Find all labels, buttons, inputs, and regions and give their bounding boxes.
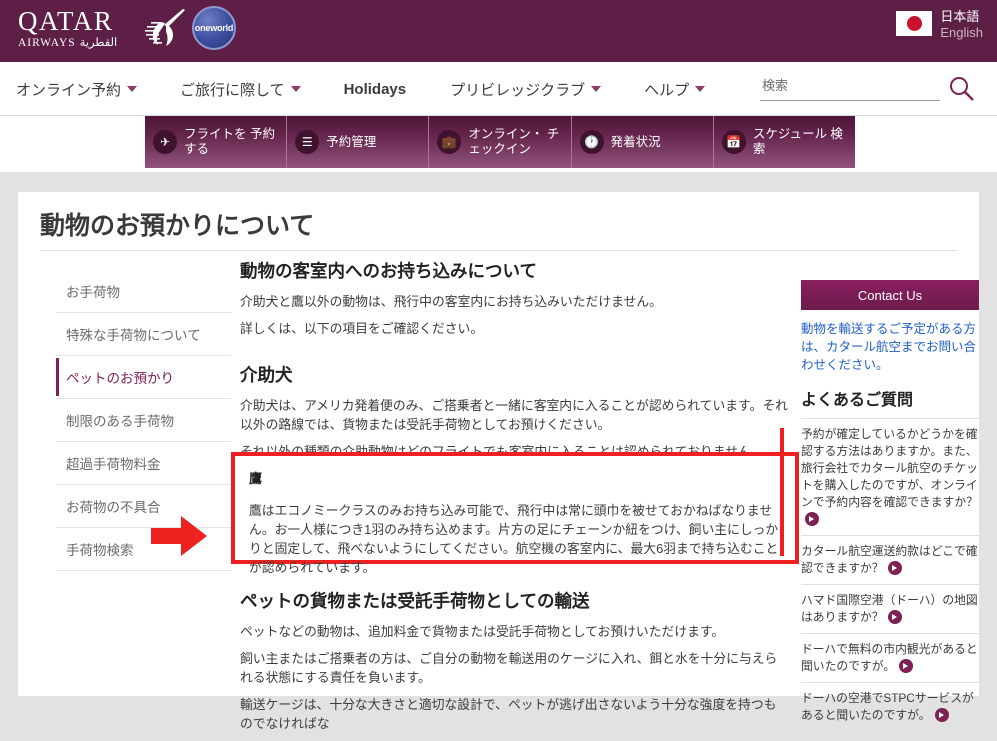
chevron-down-icon bbox=[127, 86, 138, 92]
contact-us-label: Contact Us bbox=[857, 287, 923, 303]
airplane-icon: ✈ bbox=[153, 130, 177, 154]
sidebar-item-label: お荷物の不具合 bbox=[66, 500, 161, 515]
sidebar-item-excess-baggage-fee[interactable]: 超過手荷物料金 bbox=[56, 442, 231, 485]
language-option-japanese[interactable]: 日本語 bbox=[940, 9, 983, 25]
oryx-icon bbox=[145, 9, 185, 46]
contact-note-link[interactable]: 動物を輸送するご予定がある方は、カタール航空までお問い合わせください。 bbox=[801, 320, 979, 374]
booking-tab-label: 発着状況 bbox=[610, 134, 661, 149]
nav-item-travel-info[interactable]: ご旅行に際して bbox=[180, 79, 322, 100]
faq-item[interactable]: カタール航空運送約款はどこで確認できますか？ bbox=[801, 536, 979, 585]
faq-item[interactable]: ドーハの空港でSTPCサービスがあると聞いたのですが。 bbox=[801, 683, 979, 731]
right-rail: Contact Us 動物を輸送するご予定がある方は、カタール航空までお問い合わ… bbox=[801, 280, 979, 731]
page-content-card: 動物のお預かりについて お手荷物 特殊な手荷物について ペットのお預かり 制限の… bbox=[18, 192, 979, 731]
search-input[interactable] bbox=[760, 74, 940, 101]
site-header: QATAR AIRWAYS القطرية oneworld 日本語 Engli… bbox=[0, 0, 997, 62]
nav-label: プリビレッジクラブ bbox=[450, 81, 586, 99]
booking-bar-zone: ✈ フライトを 予約する ☰ 予約管理 💼 オンライン・ チェックイン 🕐 発着… bbox=[0, 116, 997, 172]
booking-bar: ✈ フライトを 予約する ☰ 予約管理 💼 オンライン・ チェックイン 🕐 発着… bbox=[145, 116, 855, 168]
sidebar-item-restricted-baggage[interactable]: 制限のある手荷物 bbox=[56, 399, 231, 442]
arrow-right-icon[interactable] bbox=[887, 610, 902, 624]
arrow-right-icon[interactable] bbox=[899, 659, 914, 673]
sidebar-item-label: ペットのお預かり bbox=[66, 371, 174, 386]
sidebar-item-label: お手荷物 bbox=[66, 285, 120, 300]
highlighted-falcon-section: 鷹 鷹はエコノミークラスのみお持ち込み可能で、飛行中は常に頭巾を被せておかねばな… bbox=[231, 452, 799, 575]
booking-tab-schedule-search[interactable]: 📅 スケジュール 検索 bbox=[714, 116, 855, 168]
language-selector[interactable]: 日本語 English bbox=[896, 9, 983, 41]
faq-item[interactable]: ドーハで無料の市内観光があると聞いたのですが。 bbox=[801, 634, 979, 683]
section-paragraph: 詳しくは、以下の項目をご確認ください。 bbox=[240, 321, 484, 336]
list-icon: ☰ bbox=[295, 130, 320, 154]
faq-heading: よくあるご質問 bbox=[801, 392, 914, 409]
faq-item[interactable]: ハマド国際空港（ドーハ）の地図はありますか？ bbox=[801, 585, 979, 634]
booking-tab-manage-booking[interactable]: ☰ 予約管理 bbox=[287, 116, 430, 168]
section-paragraph: 飼い主またはご搭乗者の方は、ご自分の動物を輸送用のケージに入れ、餌と水を十分に与… bbox=[240, 651, 778, 685]
booking-tab-label: 予約管理 bbox=[326, 134, 377, 149]
highlight-paragraph: 鷹はエコノミークラスのみお持ち込み可能で、飛行中は常に頭巾を被せておかねばなりま… bbox=[249, 503, 779, 575]
sidebar-item-label: 手荷物検索 bbox=[66, 543, 134, 558]
sidebar-item-baggage[interactable]: お手荷物 bbox=[56, 270, 231, 313]
arrow-right-icon[interactable] bbox=[887, 561, 902, 575]
sidebar-item-pets[interactable]: ペットのお預かり bbox=[56, 356, 231, 399]
arrow-right-icon[interactable] bbox=[805, 512, 819, 526]
nav-item-privilege-club[interactable]: プリビレッジクラブ bbox=[450, 79, 622, 100]
nav-label: オンライン予約 bbox=[16, 81, 122, 99]
booking-tab-label: フライトを 予約する bbox=[184, 127, 275, 156]
sidebar-item-special-baggage[interactable]: 特殊な手荷物について bbox=[56, 313, 231, 356]
booking-tab-online-checkin[interactable]: 💼 オンライン・ チェックイン bbox=[429, 116, 572, 168]
chevron-down-icon bbox=[695, 86, 706, 92]
suitcase-icon: 💼 bbox=[437, 130, 462, 154]
sidebar-item-label: 制限のある手荷物 bbox=[66, 414, 174, 429]
booking-tab-book-flight[interactable]: ✈ フライトを 予約する bbox=[145, 116, 288, 168]
section-paragraph: ペットなどの動物は、追加料金で貨物または受託手荷物としてお預けいただけます。 bbox=[240, 624, 725, 639]
nav-item-online-booking[interactable]: オンライン予約 bbox=[16, 79, 158, 100]
annotation-red-edge bbox=[780, 428, 784, 556]
sidebar-item-label: 特殊な手荷物について bbox=[66, 328, 201, 343]
section-paragraph: 輸送ケージは、十分な大きさと適切な設計で、ペットが逃げ出さないよう十分な強度を持… bbox=[240, 697, 777, 731]
transport-section: ペットの貨物または受託手荷物としての輸送 ペットなどの動物は、追加料金で貨物また… bbox=[240, 590, 788, 741]
contact-us-button[interactable]: Contact Us bbox=[801, 280, 979, 310]
section-paragraph: 介助犬は、アメリカ発着便のみ、ご搭乗者と一緒に客室内に入ることが認められています… bbox=[240, 398, 788, 432]
booking-tab-flight-status[interactable]: 🕐 発着状況 bbox=[572, 116, 714, 168]
section-heading-service-dogs: 介助犬 bbox=[240, 365, 293, 385]
sidebar-item-label: 超過手荷物料金 bbox=[66, 457, 161, 472]
title-divider bbox=[40, 250, 958, 251]
search-container bbox=[760, 74, 975, 104]
chevron-down-icon bbox=[591, 86, 602, 92]
faq-item-text: ドーハで無料の市内観光があると聞いたのですが。 bbox=[801, 642, 978, 673]
clock-icon: 🕐 bbox=[579, 130, 604, 154]
calendar-icon: 📅 bbox=[721, 130, 746, 154]
section-heading-cargo-transport: ペットの貨物または受託手荷物としての輸送 bbox=[240, 591, 590, 611]
brand-arabic: القطرية bbox=[79, 37, 118, 49]
oneworld-logo[interactable]: oneworld bbox=[192, 6, 236, 50]
booking-tab-label: オンライン・ チェックイン bbox=[468, 127, 560, 156]
section-heading-cabin-animals: 動物の客室内へのお持ち込みについて bbox=[240, 261, 537, 281]
highlight-heading: 鷹 bbox=[249, 471, 263, 486]
faq-item-text: 予約が確定しているかどうかを確認する方法はありますか。また、旅行会社でカタール航… bbox=[801, 427, 978, 509]
oneworld-label: oneworld bbox=[194, 23, 234, 33]
nav-label: ご旅行に際して bbox=[180, 81, 285, 99]
nav-item-help[interactable]: ヘルプ bbox=[644, 79, 726, 100]
main-navigation: オンライン予約 ご旅行に際して Holidays プリビレッジクラブ ヘルプ bbox=[0, 62, 997, 116]
faq-item[interactable]: 予約が確定しているかどうかを確認する方法はありますか。また、旅行会社でカタール航… bbox=[801, 419, 979, 536]
nav-item-list: オンライン予約 ご旅行に際して Holidays プリビレッジクラブ ヘルプ bbox=[16, 62, 748, 116]
search-icon[interactable] bbox=[947, 74, 975, 102]
arrow-right-icon[interactable] bbox=[934, 708, 949, 722]
red-arrow-pointer bbox=[151, 516, 207, 556]
nav-item-holidays[interactable]: Holidays bbox=[344, 81, 407, 98]
language-option-english[interactable]: English bbox=[940, 25, 983, 41]
section-paragraph: 介助犬と鷹以外の動物は、飛行中の客室内にお持ち込みいただけません。 bbox=[240, 294, 662, 309]
chevron-down-icon bbox=[290, 86, 301, 92]
japan-flag-icon bbox=[896, 11, 933, 36]
booking-tab-label: スケジュール 検索 bbox=[752, 127, 843, 156]
main-content: 動物の客室内へのお持ち込みについて 介助犬と鷹以外の動物は、飛行中の客室内にお持… bbox=[240, 260, 788, 469]
nav-label: ヘルプ bbox=[644, 81, 690, 99]
nav-label: Holidays bbox=[343, 80, 407, 98]
page-title: 動物のお預かりについて bbox=[40, 212, 315, 240]
